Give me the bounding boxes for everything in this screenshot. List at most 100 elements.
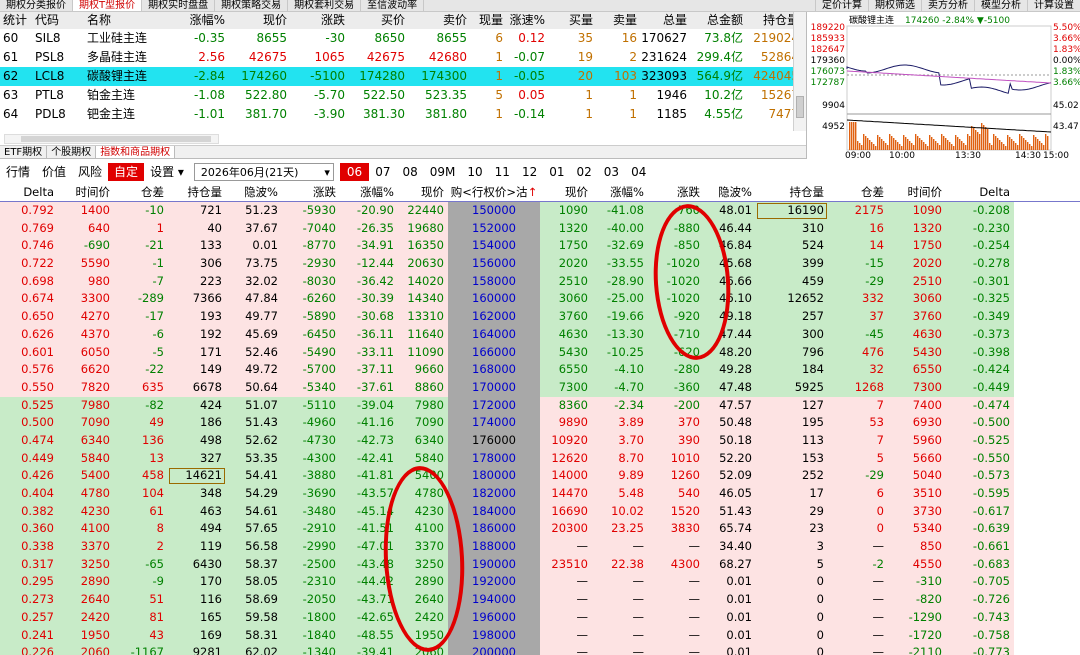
option-row[interactable]: 0.404 4780 104 348 54.29 -3690 -43.57 4780 18200… xyxy=(0,485,1080,503)
top-right-tab[interactable]: 定价计算 xyxy=(815,0,868,11)
futures-header-cell[interactable]: 总量 xyxy=(640,12,690,29)
option-row[interactable]: 0.338 3370 2 119 56.58 -2990 -47.01 3370 188000—… xyxy=(0,538,1080,556)
option-header-cell[interactable]: 现价 xyxy=(398,182,448,201)
futures-header-cell[interactable]: 买价 xyxy=(348,12,408,29)
strike-price-cell[interactable]: 156000 xyxy=(448,255,540,273)
scroll-thumb[interactable] xyxy=(21,136,211,142)
option-row[interactable]: 0.746 -690 -21 133 0.01 -8770 -34.91 16350 15400… xyxy=(0,237,1080,256)
futures-header-cell[interactable]: 买量 xyxy=(548,12,596,29)
option-header-cell[interactable]: Delta xyxy=(946,182,1014,201)
strike-price-cell[interactable]: 196000 xyxy=(448,608,540,627)
strike-price-cell[interactable]: 150000 xyxy=(448,202,540,220)
month-tab[interactable]: 02 xyxy=(571,163,598,181)
futures-header-cell[interactable]: 卖量 xyxy=(596,12,640,29)
top-tab[interactable]: 期权T型报价 xyxy=(73,0,143,11)
toolbar-custom-button[interactable]: 自定 xyxy=(108,163,145,181)
option-header-cell[interactable]: 涨幅% xyxy=(592,182,648,201)
contract-month-select[interactable]: 2026年06月(21天) ▾ xyxy=(193,163,334,181)
top-tab[interactable]: 期权分类报价 xyxy=(0,0,73,11)
option-row[interactable]: 0.722 5590 -1 306 73.75 -2930 -12.44 20630 15600… xyxy=(0,255,1080,273)
option-row[interactable]: 0.382 4230 61 463 54.61 -3480 -45.14 4230 184000… xyxy=(0,502,1080,521)
option-row[interactable]: 0.426 5400 458 14621 54.41 -3880 -41.81 5400 180… xyxy=(0,467,1080,485)
option-row[interactable]: 0.698 980 -7 223 32.02 -8030 -36.42 14020 158000… xyxy=(0,272,1080,291)
option-row[interactable]: 0.449 5840 13 327 53.35 -4300 -42.41 5840 178000… xyxy=(0,449,1080,468)
top-tab[interactable]: 至信波动率 xyxy=(361,0,425,11)
option-row[interactable]: 0.525 7980 -82 424 51.07 -5110 -39.04 7980 17200… xyxy=(0,396,1080,415)
option-row[interactable]: 0.769 640 1 40 37.67 -7040 -26.35 19680 152000 13… xyxy=(0,219,1080,238)
strike-price-cell[interactable]: 200000 xyxy=(448,644,540,655)
option-row[interactable]: 0.601 6050 -5 171 52.46 -5490 -33.11 11090 16600… xyxy=(0,343,1080,362)
option-row[interactable]: 0.792 1400 -10 721 51.23 -5930 -20.90 22440 1500… xyxy=(0,202,1080,220)
option-row[interactable]: 0.576 6620 -22 149 49.72 -5700 -37.11 9660 16800… xyxy=(0,361,1080,379)
month-tab[interactable]: 08 xyxy=(396,163,423,181)
month-tab[interactable]: 09M xyxy=(424,163,462,181)
toolbar-view-button[interactable]: 风险 xyxy=(72,163,108,181)
option-row[interactable]: 0.360 4100 8 494 57.65 -2910 -41.51 4100 186000 2… xyxy=(0,520,1080,539)
option-row[interactable]: 0.241 1950 43 169 58.31 -1840 -48.55 1950 198000… xyxy=(0,626,1080,645)
strike-price-cell[interactable]: 162000 xyxy=(448,308,540,326)
horizontal-scrollbar[interactable] xyxy=(4,134,219,144)
option-header-cell[interactable]: 持仓量 xyxy=(168,182,226,201)
option-header-cell[interactable]: 时间价 xyxy=(58,182,114,201)
month-tab[interactable]: 11 xyxy=(489,163,516,181)
strike-price-cell[interactable]: 180000 xyxy=(448,467,540,485)
futures-row[interactable]: 61 PSL8 多晶硅主连 2.56 42675 1065 42675 42680 1 -0.07… xyxy=(0,48,806,67)
strike-price-cell[interactable]: 166000 xyxy=(448,343,540,362)
strike-price-cell[interactable]: 182000 xyxy=(448,485,540,503)
futures-header-cell[interactable]: 涨跌 xyxy=(290,12,348,29)
strike-price-cell[interactable]: 192000 xyxy=(448,573,540,592)
option-row[interactable]: 0.674 3300 -289 7366 47.84 -6260 -30.39 14340 16… xyxy=(0,290,1080,309)
futures-vertical-scrollbar[interactable] xyxy=(793,12,806,131)
toolbar-settings-button[interactable]: 设置 ▾ xyxy=(144,163,190,181)
month-tab[interactable]: 04 xyxy=(625,163,652,181)
option-header-cell[interactable]: 仓差 xyxy=(114,182,168,201)
option-row[interactable]: 0.650 4270 -17 193 49.77 -5890 -30.68 13310 1620… xyxy=(0,308,1080,326)
strike-price-cell[interactable]: 168000 xyxy=(448,361,540,379)
futures-header-cell[interactable]: 涨速% xyxy=(506,12,548,29)
option-row[interactable]: 0.317 3250 -65 6430 58.37 -2500 -43.48 3250 1900… xyxy=(0,555,1080,574)
futures-header-cell[interactable]: 代码 xyxy=(32,12,84,29)
option-header-cell[interactable]: 涨跌 xyxy=(282,182,340,201)
strike-price-cell[interactable]: 172000 xyxy=(448,396,540,415)
futures-row[interactable]: 63 PTL8 铂金主连 -1.08 522.80 -5.70 522.50 523.35 5 0… xyxy=(0,86,806,105)
scroll-thumb[interactable] xyxy=(796,96,804,118)
option-header-cell[interactable]: 现价 xyxy=(540,182,592,201)
strike-price-cell[interactable]: 184000 xyxy=(448,502,540,521)
strike-price-cell[interactable]: 186000 xyxy=(448,520,540,539)
option-header-cell[interactable]: 仓差 xyxy=(828,182,888,201)
option-header-cell[interactable]: 隐波% xyxy=(226,182,282,201)
strike-price-cell[interactable]: 158000 xyxy=(448,272,540,291)
option-row[interactable]: 0.226 2060 -1167 9281 62.02 -1340 -39.41 2060 20… xyxy=(0,644,1080,655)
futures-header-cell[interactable]: 现价 xyxy=(228,12,290,29)
strike-price-cell[interactable]: 194000 xyxy=(448,591,540,609)
month-tab[interactable]: 03 xyxy=(598,163,625,181)
futures-row[interactable]: 60 SIL8 工业硅主连 -0.35 8655 -30 8650 8655 6 0.12 35 16… xyxy=(0,29,806,48)
strike-price-cell[interactable]: 190000 xyxy=(448,555,540,574)
option-header-cell[interactable]: 时间价 xyxy=(888,182,946,201)
top-right-tab[interactable]: 模型分析 xyxy=(974,0,1027,11)
strike-price-cell[interactable]: 176000 xyxy=(448,431,540,450)
option-row[interactable]: 0.474 6340 136 498 52.62 -4730 -42.73 6340 17600… xyxy=(0,431,1080,450)
intraday-mini-chart[interactable]: 碳酸锂主连 174260 -2.84% ▼-5100 189220 185933 182… xyxy=(806,12,1080,161)
strike-price-cell[interactable]: 152000 xyxy=(448,219,540,238)
option-header-cell[interactable]: 涨幅% xyxy=(340,182,398,201)
month-tab[interactable]: 10 xyxy=(461,163,488,181)
month-tab[interactable]: 07 xyxy=(369,163,396,181)
futures-header-cell[interactable]: 总金额 xyxy=(690,12,746,29)
futures-row[interactable]: 64 PDL8 钯金主连 -1.01 381.70 -3.90 381.30 381.80 1-… xyxy=(0,105,806,124)
top-tab[interactable]: 期权实时盘盘 xyxy=(142,0,216,11)
strike-price-cell[interactable]: 174000 xyxy=(448,414,540,432)
futures-row[interactable]: 62 LCL8 碳酸锂主连 -2.84 174260 -5100 174280 174300 1… xyxy=(0,67,806,86)
month-tab[interactable]: 06 xyxy=(339,163,370,181)
option-header-cell[interactable]: Delta xyxy=(0,182,58,201)
futures-header-cell[interactable]: 卖价 xyxy=(408,12,470,29)
strike-price-cell[interactable]: 164000 xyxy=(448,325,540,344)
option-row[interactable]: 0.295 2890 -9 170 58.05 -2310 -44.42 2890 192000… xyxy=(0,573,1080,592)
option-row[interactable]: 0.626 4370 -6 192 45.69 -6450 -36.11 11640 16400… xyxy=(0,325,1080,344)
strike-price-cell[interactable]: 198000 xyxy=(448,626,540,645)
top-right-tab[interactable]: 期权筛选 xyxy=(868,0,921,11)
strike-price-cell[interactable]: 178000 xyxy=(448,449,540,468)
option-row[interactable]: 0.257 2420 81 165 59.58 -1800 -42.65 2420 196000… xyxy=(0,608,1080,627)
top-right-tab[interactable]: 卖方分析 xyxy=(921,0,974,11)
futures-header-cell[interactable]: 名称 xyxy=(84,12,170,29)
